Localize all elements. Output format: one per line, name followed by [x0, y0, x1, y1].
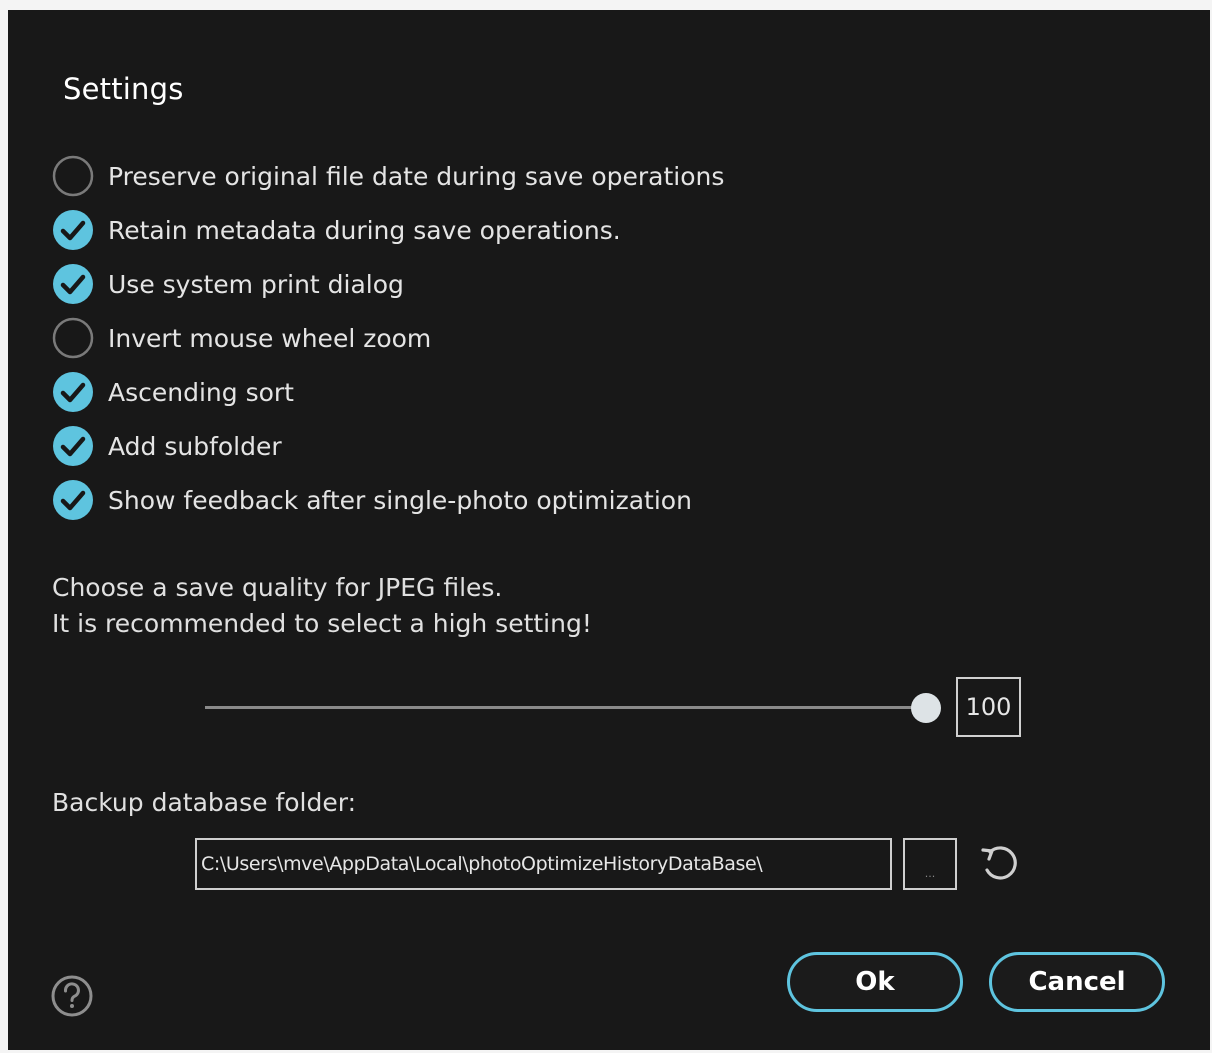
quality-slider-thumb[interactable]: [911, 693, 941, 723]
option-label: Add subfolder: [108, 431, 282, 461]
undo-arrow-icon[interactable]: [976, 840, 1022, 886]
cancel-button[interactable]: Cancel: [989, 952, 1165, 1012]
check-circle-icon: [53, 480, 93, 520]
checkbox-show-feedback[interactable]: [52, 479, 94, 521]
quality-line-2: It is recommended to select a high setti…: [52, 609, 592, 638]
settings-dialog: Settings Preserve original file date dur…: [8, 10, 1210, 1050]
option-label: Use system print dialog: [108, 269, 404, 299]
browse-button[interactable]: ...: [903, 838, 957, 890]
dialog-title: Settings: [63, 72, 184, 106]
ok-button[interactable]: Ok: [787, 952, 963, 1012]
option-add-subfolder[interactable]: Add subfolder: [52, 424, 282, 468]
checkbox-system-print-dialog[interactable]: [52, 263, 94, 305]
option-preserve-file-date[interactable]: Preserve original file date during save …: [52, 154, 724, 198]
check-circle-icon: [53, 264, 93, 304]
option-system-print-dialog[interactable]: Use system print dialog: [52, 262, 404, 306]
checkbox-add-subfolder[interactable]: [52, 425, 94, 467]
option-retain-metadata[interactable]: Retain metadata during save operations.: [52, 208, 621, 252]
empty-circle-icon: [52, 317, 94, 359]
checkbox-invert-wheel-zoom[interactable]: [52, 317, 94, 359]
option-label: Retain metadata during save operations.: [108, 215, 621, 245]
check-circle-icon: [53, 372, 93, 412]
quality-line-1: Choose a save quality for JPEG files.: [52, 573, 503, 602]
option-label: Invert mouse wheel zoom: [108, 323, 432, 353]
check-circle-icon: [53, 210, 93, 250]
option-label: Ascending sort: [108, 377, 294, 407]
empty-circle-icon: [52, 155, 94, 197]
option-invert-wheel-zoom[interactable]: Invert mouse wheel zoom: [52, 316, 431, 360]
question-circle-icon[interactable]: [50, 974, 94, 1018]
quality-value-box[interactable]: 100: [956, 677, 1021, 737]
backup-folder-label: Backup database folder:: [52, 788, 356, 817]
backup-folder-input[interactable]: C:\Users\mve\AppData\Local\photoOptimize…: [195, 838, 892, 890]
option-show-feedback[interactable]: Show feedback after single-photo optimiz…: [52, 478, 692, 522]
quality-slider-track[interactable]: [205, 706, 927, 709]
checkbox-retain-metadata[interactable]: [52, 209, 94, 251]
option-ascending-sort[interactable]: Ascending sort: [52, 370, 294, 414]
option-label: Show feedback after single-photo optimiz…: [108, 485, 692, 515]
check-circle-icon: [53, 426, 93, 466]
checkbox-preserve-file-date[interactable]: [52, 155, 94, 197]
option-label: Preserve original file date during save …: [108, 161, 725, 191]
checkbox-ascending-sort[interactable]: [52, 371, 94, 413]
quality-description: Choose a save quality for JPEG files. It…: [52, 570, 592, 642]
